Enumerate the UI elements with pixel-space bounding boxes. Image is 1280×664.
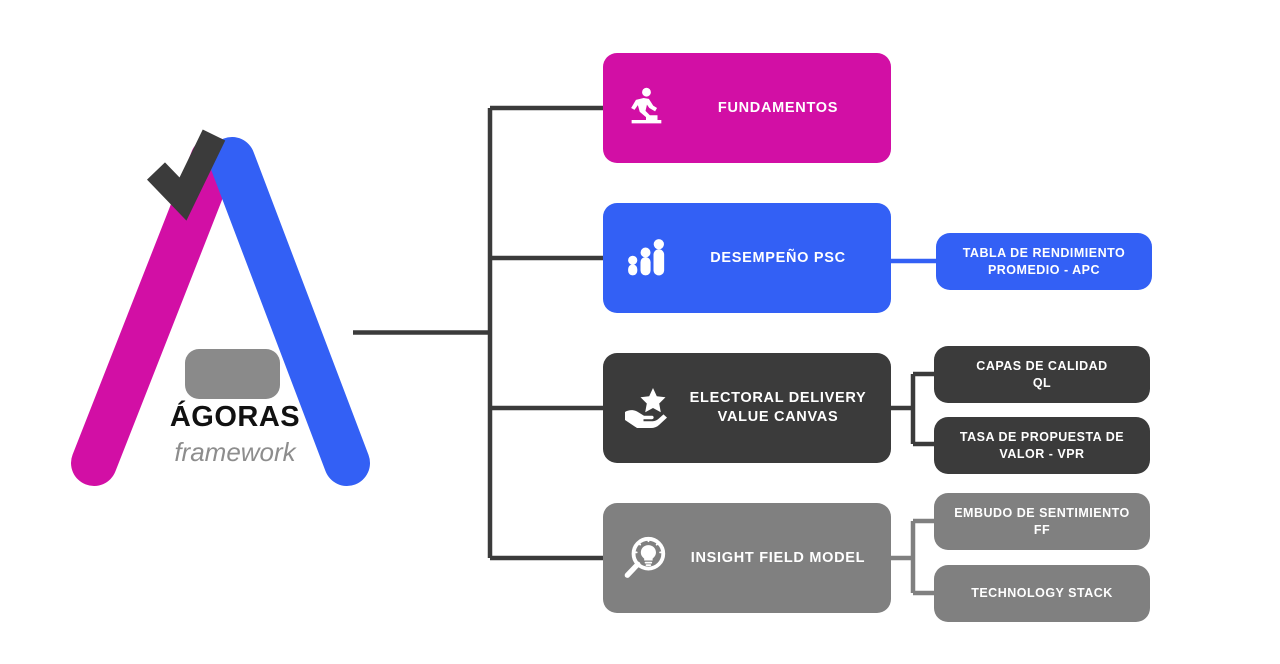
diagram-canvas: ÁGORAS framework FUNDAMENTOS DESEMPEÑO P…: [0, 0, 1280, 664]
node-technology-stack-label: TECHNOLOGY STACK: [971, 586, 1113, 600]
node-tabla-rendimiento-promedio-apc[interactable]: TABLA DE RENDIMIENTO PROMEDIO - APC: [936, 233, 1152, 290]
node-capas-de-calidad-ql[interactable]: CAPAS DE CALIDAD QL: [934, 346, 1150, 403]
magnifier-lightbulb-icon: [617, 529, 675, 587]
node-tabla-rendimiento-promedio-apc-label: TABLA DE RENDIMIENTO PROMEDIO - APC: [962, 245, 1126, 277]
node-fundamentos-label: FUNDAMENTOS: [717, 99, 839, 116]
node-tasa-propuesta-valor-vpr-label: TASA DE PROPUESTA DE VALOR - VPR: [959, 429, 1125, 461]
walking-person-steps-icon: [617, 79, 675, 137]
node-desempeno-psc[interactable]: DESEMPEÑO PSC: [603, 203, 891, 313]
node-embudo-de-sentimiento-ff[interactable]: EMBUDO DE SENTIMIENTO FF: [934, 493, 1150, 550]
bar-people-chart-icon: [617, 229, 675, 287]
node-fundamentos[interactable]: FUNDAMENTOS: [603, 53, 891, 163]
node-capas-de-calidad-ql-label: CAPAS DE CALIDAD QL: [976, 358, 1108, 390]
node-insight-field-model[interactable]: INSIGHT FIELD MODEL: [603, 503, 891, 613]
node-tasa-propuesta-valor-vpr[interactable]: TASA DE PROPUESTA DE VALOR - VPR: [934, 417, 1150, 474]
node-electoral-delivery-value-canvas[interactable]: ELECTORAL DELIVERY VALUE CANVAS: [603, 353, 891, 463]
node-insight-field-model-label: INSIGHT FIELD MODEL: [690, 549, 866, 566]
node-electoral-delivery-value-canvas-label: ELECTORAL DELIVERY VALUE CANVAS: [689, 390, 867, 425]
node-embudo-de-sentimiento-ff-label: EMBUDO DE SENTIMIENTO FF: [954, 505, 1130, 537]
node-desempeno-psc-label: DESEMPEÑO PSC: [710, 249, 846, 266]
node-technology-stack[interactable]: TECHNOLOGY STACK: [934, 565, 1150, 622]
hand-holding-star-icon: [617, 379, 675, 437]
